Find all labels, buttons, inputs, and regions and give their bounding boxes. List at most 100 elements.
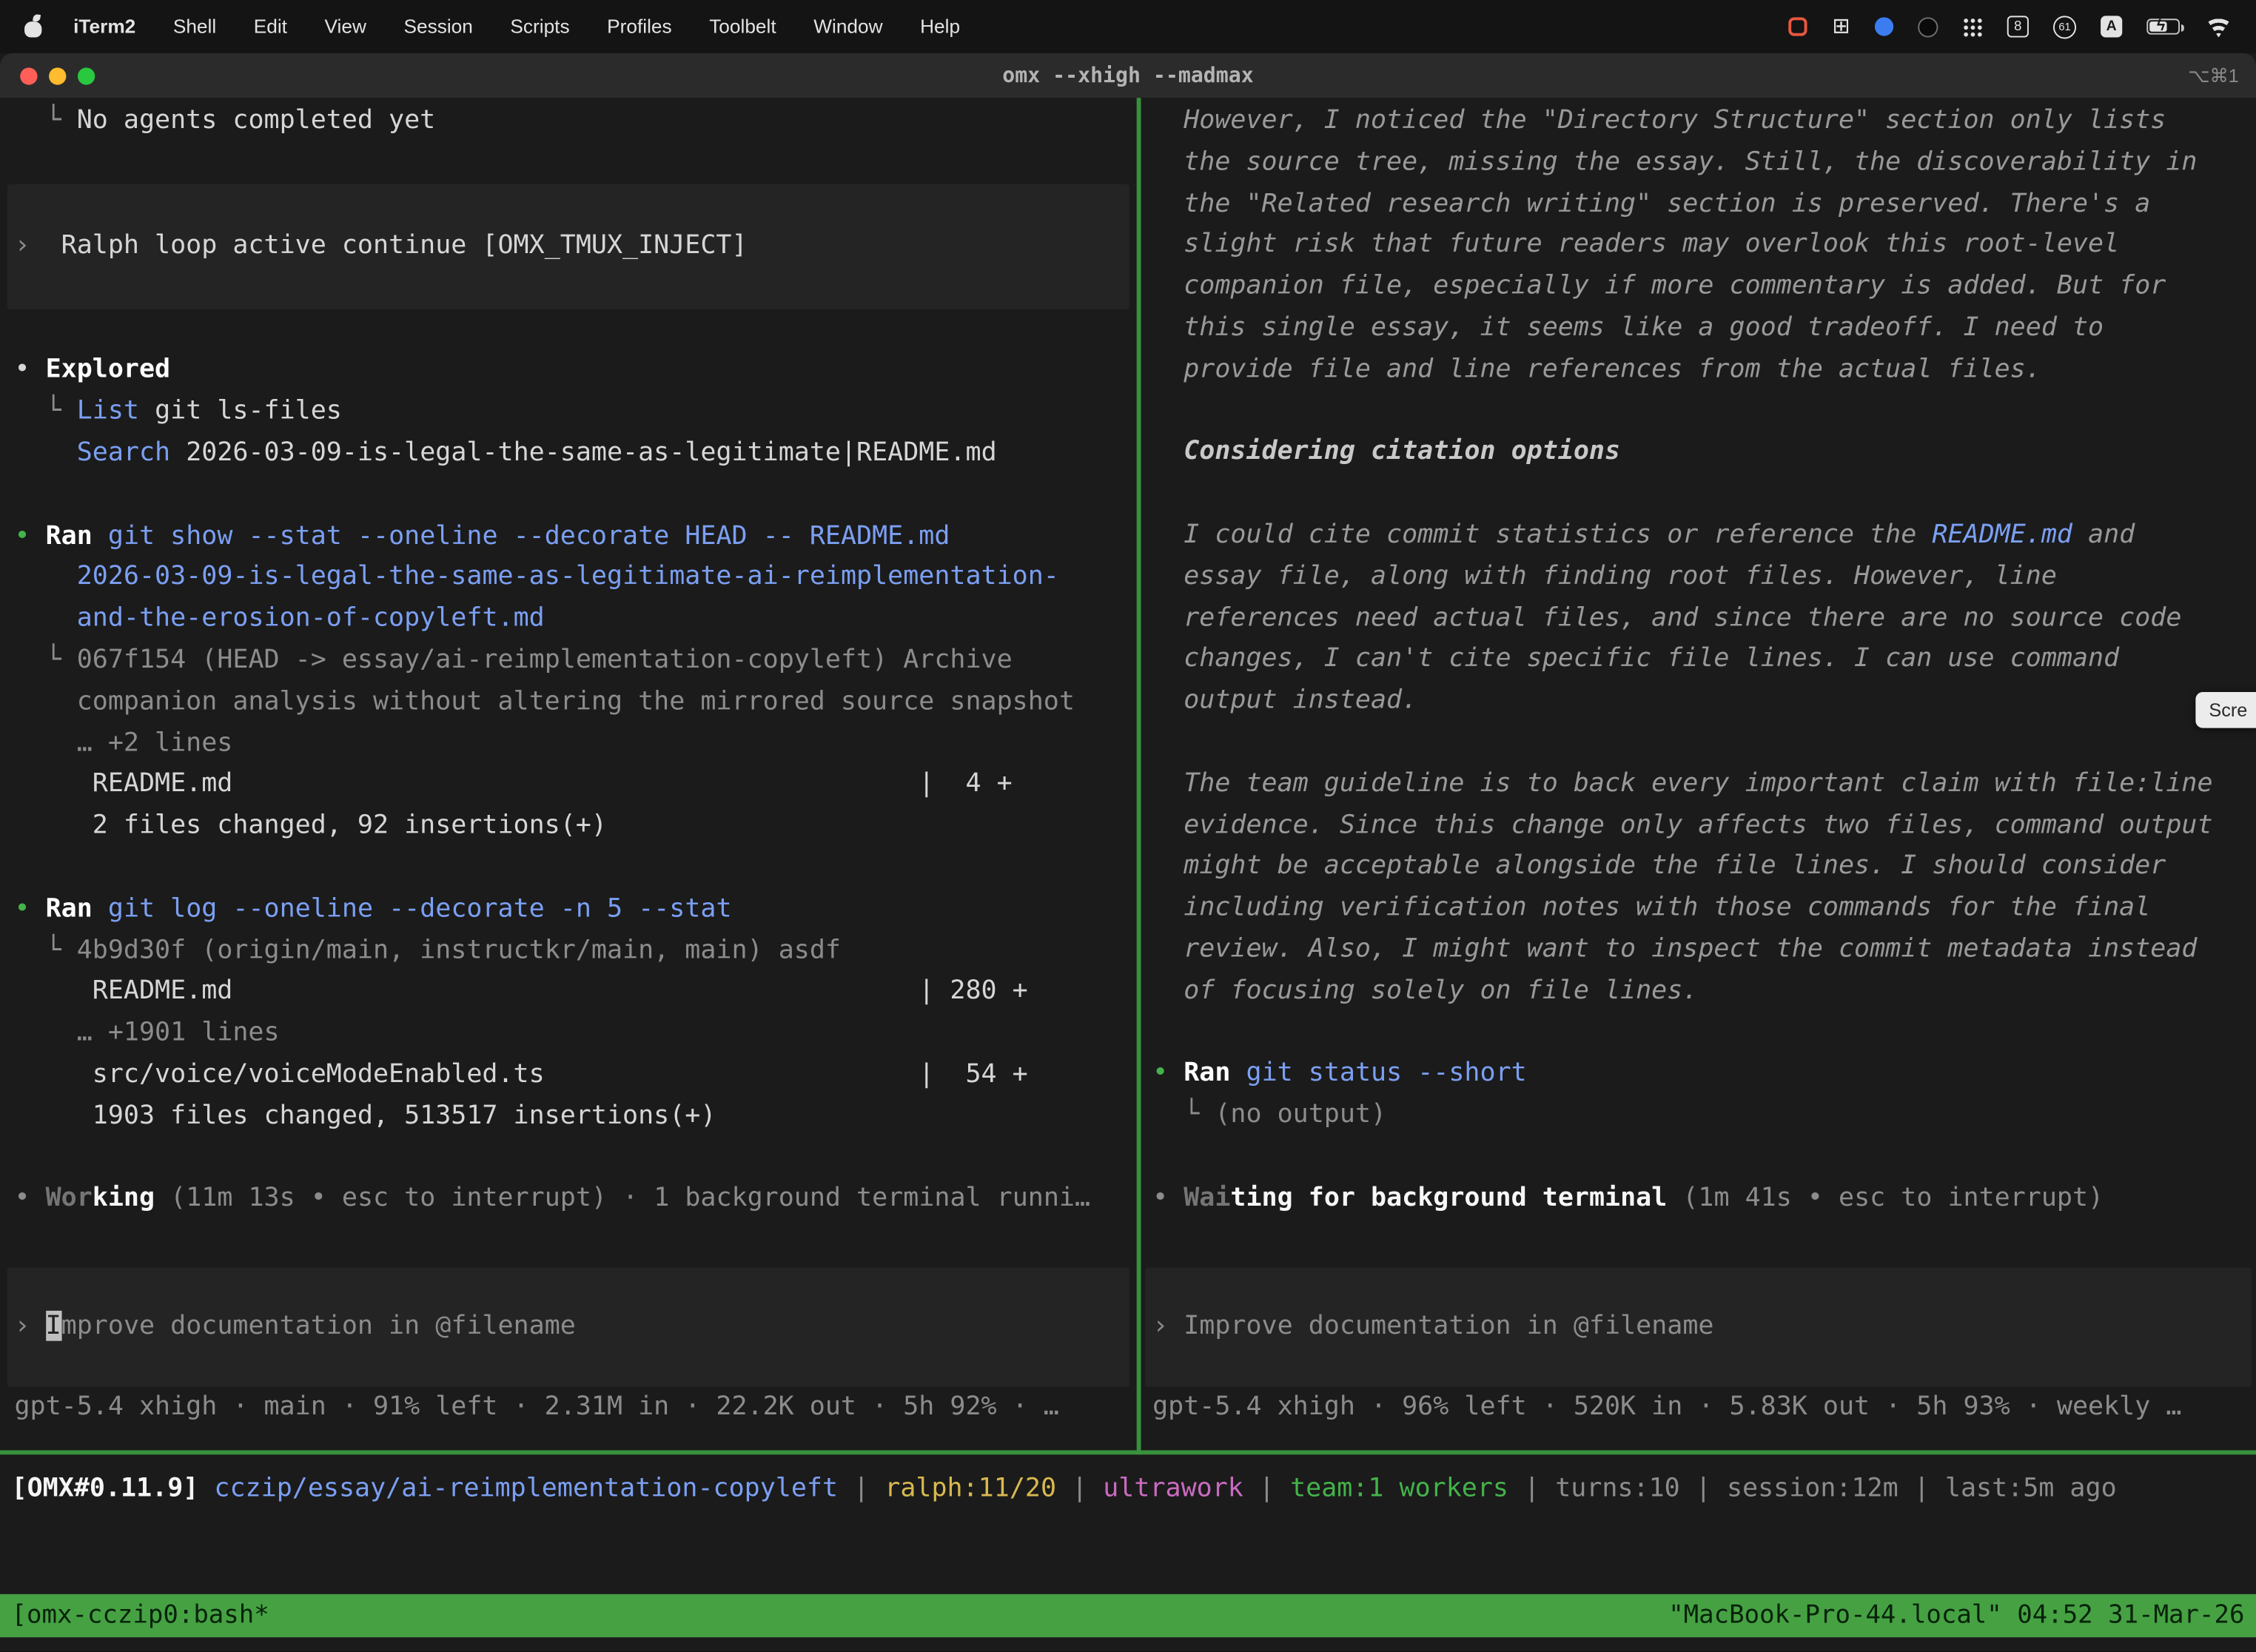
prompt-input[interactable]: › Improve documentation in @filename — [7, 1268, 1129, 1387]
text-segment: (1m 41s • esc to interrupt) — [1667, 1182, 2104, 1212]
menu-profiles[interactable]: Profiles — [588, 16, 691, 37]
text-segment: [OMX#0.11.9] — [12, 1474, 215, 1504]
text-segment: Ralph loop active continue [OMX_TMUX_INJ… — [61, 229, 748, 260]
text-segment: Ran — [1184, 1058, 1230, 1088]
battery-icon[interactable]: ϟ — [2146, 19, 2180, 34]
text-segment: gpt-5.4 xhigh · 96% left · 520K in · 5.8… — [1152, 1391, 2181, 1421]
terminal-line: I could cite commit statistics or refere… — [1152, 515, 2244, 557]
right-pane[interactable]: However, I noticed the "Directory Struct… — [1141, 98, 2256, 1450]
text-segment: • — [14, 355, 45, 385]
text-segment: • — [14, 893, 45, 924]
text-segment: references need actual files, and since … — [1152, 602, 2181, 633]
window-shortcut-badge: ⌥⌘1 — [2188, 64, 2238, 87]
prompt-input[interactable]: › Improve documentation in @filename — [1145, 1267, 2252, 1386]
menu-help[interactable]: Help — [902, 16, 979, 37]
text-segment: mprove documentation in @filename — [61, 1311, 576, 1341]
window-title: omx --xhigh --madmax — [0, 64, 2256, 87]
menu-shell[interactable]: Shell — [155, 16, 235, 37]
text-segment: | — [1680, 1474, 1727, 1504]
terminal-line: The team guideline is to back every impo… — [1152, 764, 2244, 805]
charging-bolt-icon: ϟ — [2157, 17, 2165, 34]
terminal-line: might be acceptable alongside the file l… — [1152, 847, 2244, 888]
text-segment: 2026-03-09-is-legal-the-same-as-legitima… — [170, 437, 996, 468]
blue-app-icon[interactable] — [1875, 17, 1893, 36]
text-segment: … +2 lines — [14, 728, 232, 758]
blank-line — [14, 474, 1122, 516]
box-line: › Ralph loop active continue [OMX_TMUX_I… — [14, 226, 1122, 267]
terminal-line: review. Also, I might want to inspect th… — [1152, 930, 2244, 971]
blank-line — [14, 847, 1122, 889]
grid-icon[interactable]: ⊞ — [1832, 16, 1850, 37]
terminal-line: … +1901 lines — [14, 1013, 1122, 1055]
text-segment: › — [1152, 1310, 1184, 1340]
text-segment — [14, 603, 76, 634]
waiting-status-line: • Waiting for background terminal (1m 41… — [1152, 1178, 2244, 1220]
terminal-line: the "Related research writing" section i… — [1152, 184, 2244, 225]
terminal-line: However, I noticed the "Directory Struct… — [1152, 101, 2244, 142]
terminal-line: • Ran git log --oneline --decorate -n 5 … — [14, 889, 1122, 930]
text-segment: … +1901 lines — [14, 1018, 279, 1048]
text-segment: and — [2072, 520, 2135, 550]
terminal-line: the source tree, missing the essay. Stil… — [1152, 142, 2244, 184]
text-segment: | — [1508, 1474, 1555, 1504]
menu-iterm2[interactable]: iTerm2 — [55, 16, 155, 37]
gauge-61-icon[interactable]: 61 — [2053, 15, 2076, 38]
text-segment: git ls-files — [139, 396, 342, 426]
text-segment: cczip/essay/ai-reimplementation-copyleft — [214, 1474, 838, 1504]
horizontal-pane-border — [0, 1450, 2256, 1454]
menu-edit[interactable]: Edit — [235, 16, 306, 37]
blank-line — [14, 142, 1122, 184]
text-segment: Ran — [46, 520, 93, 551]
terminal-line: provide file and line references from th… — [1152, 349, 2244, 391]
wifi-icon[interactable] — [2204, 16, 2233, 37]
text-segment: team:1 workers — [1290, 1474, 1508, 1504]
window-title-bar[interactable]: omx --xhigh --madmax ⌥⌘1 — [0, 53, 2256, 98]
terminal-line: └ (no output) — [1152, 1095, 2244, 1137]
session-status-line: gpt-5.4 xhigh · 96% left · 520K in · 5.8… — [1152, 1386, 2244, 1428]
text-segment: Search — [77, 437, 170, 468]
inject-banner: › Ralph loop active continue [OMX_TMUX_I… — [7, 184, 1129, 309]
text-segment: • — [1152, 1058, 1184, 1088]
terminal-line: • Ran git show --stat --oneline --decora… — [14, 516, 1122, 557]
screen-recording-icon[interactable] — [1789, 17, 1807, 36]
text-segment: slight risk that future readers may over… — [1152, 229, 2119, 260]
terminal-line: └ No agents completed yet — [14, 101, 1122, 142]
text-segment: Considering citation options — [1152, 437, 1620, 467]
terminal-line: of focusing solely on file lines. — [1152, 971, 2244, 1013]
input-source-icon[interactable]: A — [2101, 16, 2122, 37]
text-segment: session:12m — [1727, 1474, 1899, 1504]
text-segment: output instead. — [1152, 685, 1417, 716]
key-8-icon[interactable]: 8 — [2007, 16, 2029, 37]
text-segment: the "Related research writing" section i… — [1152, 188, 2150, 218]
menu-items: iTerm2 Shell Edit View Session Scripts P… — [0, 14, 978, 38]
text-segment: companion file, especially if more comme… — [1152, 271, 2166, 301]
screen: iTerm2 Shell Edit View Session Scripts P… — [0, 0, 2256, 1652]
left-pane[interactable]: └ No agents completed yet › Ralph loop a… — [0, 98, 1137, 1450]
text-segment: changes, I can't cite specific file line… — [1152, 644, 2119, 674]
menu-session[interactable]: Session — [385, 16, 491, 37]
text-segment: | — [1243, 1474, 1290, 1504]
text-segment: git log --oneline --decorate -n 5 --stat — [108, 893, 732, 924]
dark-app-icon[interactable] — [1918, 16, 1938, 36]
menu-status-icons: ⊞ 8 61 A ϟ — [1789, 15, 2256, 38]
menu-scripts[interactable]: Scripts — [491, 16, 588, 37]
text-segment — [1230, 1058, 1246, 1088]
text-segment: Improve documentation in @filename — [1184, 1310, 1713, 1340]
text-segment: | — [1899, 1474, 1945, 1504]
terminal-line: └ 4b9d30f (origin/main, instructkr/main,… — [14, 930, 1122, 972]
text-segment — [14, 562, 76, 592]
omx-status-line: [OMX#0.11.9] cczip/essay/ai-reimplementa… — [12, 1469, 2256, 1511]
menu-toolbelt[interactable]: Toolbelt — [691, 16, 795, 37]
menu-window[interactable]: Window — [795, 16, 902, 37]
text-segment: └ — [14, 645, 76, 675]
menu-view[interactable]: View — [306, 16, 385, 37]
terminal-line: └ 067f154 (HEAD -> essay/ai-reimplementa… — [14, 640, 1122, 682]
dots-grid-icon[interactable] — [1962, 16, 1982, 36]
tmux-host-clock: "MacBook-Pro-44.local" 04:52 31-Mar-26 — [1668, 1602, 2244, 1631]
text-segment: • — [14, 520, 45, 551]
text-segment: 2 files changed, 92 insertions(+) — [14, 810, 607, 841]
text-segment: README.md | 280 + — [14, 976, 1027, 1007]
text-segment: turns:10 — [1555, 1474, 1680, 1504]
apple-menu-icon[interactable] — [23, 14, 43, 38]
text-segment: • — [14, 1183, 45, 1213]
